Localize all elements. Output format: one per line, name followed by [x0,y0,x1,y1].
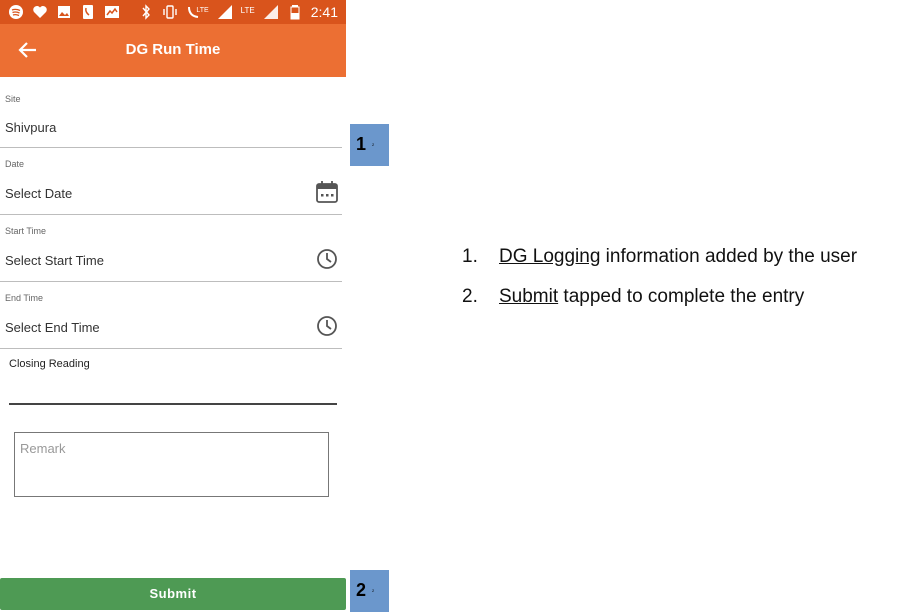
vibrate-icon [163,5,178,19]
bluetooth-icon [142,4,151,20]
note-index: 1. [462,246,478,267]
spotify-icon [9,5,23,19]
site-value: Shivpura [5,120,57,135]
lte-label-2: LTE [240,5,255,15]
closing-reading-input[interactable] [9,378,337,402]
note-index: 2. [462,286,478,307]
image-icon [58,6,70,18]
lte-signal-icon [263,5,278,19]
note-link: DG Logging [499,246,601,267]
lte-label: LTE [196,6,209,14]
site-label: Site [5,94,21,104]
battery-icon [290,5,300,20]
end-time-label: End Time [5,293,44,303]
note-item: 1. DG Logging information added by the u… [462,246,902,286]
page-title: DG Run Time [125,41,221,58]
marker-number: 2 [356,580,367,600]
status-bar: LTE LTE 2:41 [0,0,346,24]
end-time-value: Select End Time [5,320,100,335]
start-time-label: Start Time [5,226,47,236]
note-text: DG Logging information added by the user [499,246,857,286]
phone-screen: LTE LTE 2:41 DG Run Time Site Shivpura D… [0,0,346,616]
note-link: Submit [499,286,559,307]
marker-number: 1 [356,134,367,154]
remark-placeholder: Remark [20,441,66,456]
note-description: tapped to complete the entry [558,286,805,307]
app-bar: DG Run Time [0,24,346,77]
chart-icon [105,6,119,18]
clock-icon[interactable] [315,247,339,271]
closing-reading-underline [9,403,337,405]
marker-sub: 2 [372,588,375,593]
annotation-marker-2: 2 2 [350,570,389,612]
end-time-field[interactable]: End Time Select End Time [0,282,342,349]
site-field[interactable]: Site Shivpura [0,77,342,148]
marker-sub: 2 [372,142,375,147]
start-time-value: Select Start Time [5,253,104,268]
clock-time: 2:41 [310,4,338,20]
submit-button[interactable]: Submit [0,578,346,610]
note-description: information added by the user [600,246,858,267]
note-text: Submit tapped to complete the entry [499,286,804,326]
clock-icon[interactable] [315,314,339,338]
signal-icon [217,5,232,19]
heart-icon [33,6,47,18]
phone-icon [83,5,93,19]
note-item: 2. Submit tapped to complete the entry [462,286,902,326]
date-value: Select Date [5,186,73,201]
date-field[interactable]: Date Select Date [0,148,342,215]
date-label: Date [5,159,25,169]
end-time-underline [0,348,342,349]
instruction-notes: 1. DG Logging information added by the u… [462,246,902,326]
start-time-field[interactable]: Start Time Select Start Time [0,215,342,282]
calendar-icon[interactable] [315,180,339,204]
annotation-marker-1: 1 2 [350,124,389,166]
closing-reading-label: Closing Reading [9,358,90,370]
remark-input[interactable]: Remark [14,432,329,497]
